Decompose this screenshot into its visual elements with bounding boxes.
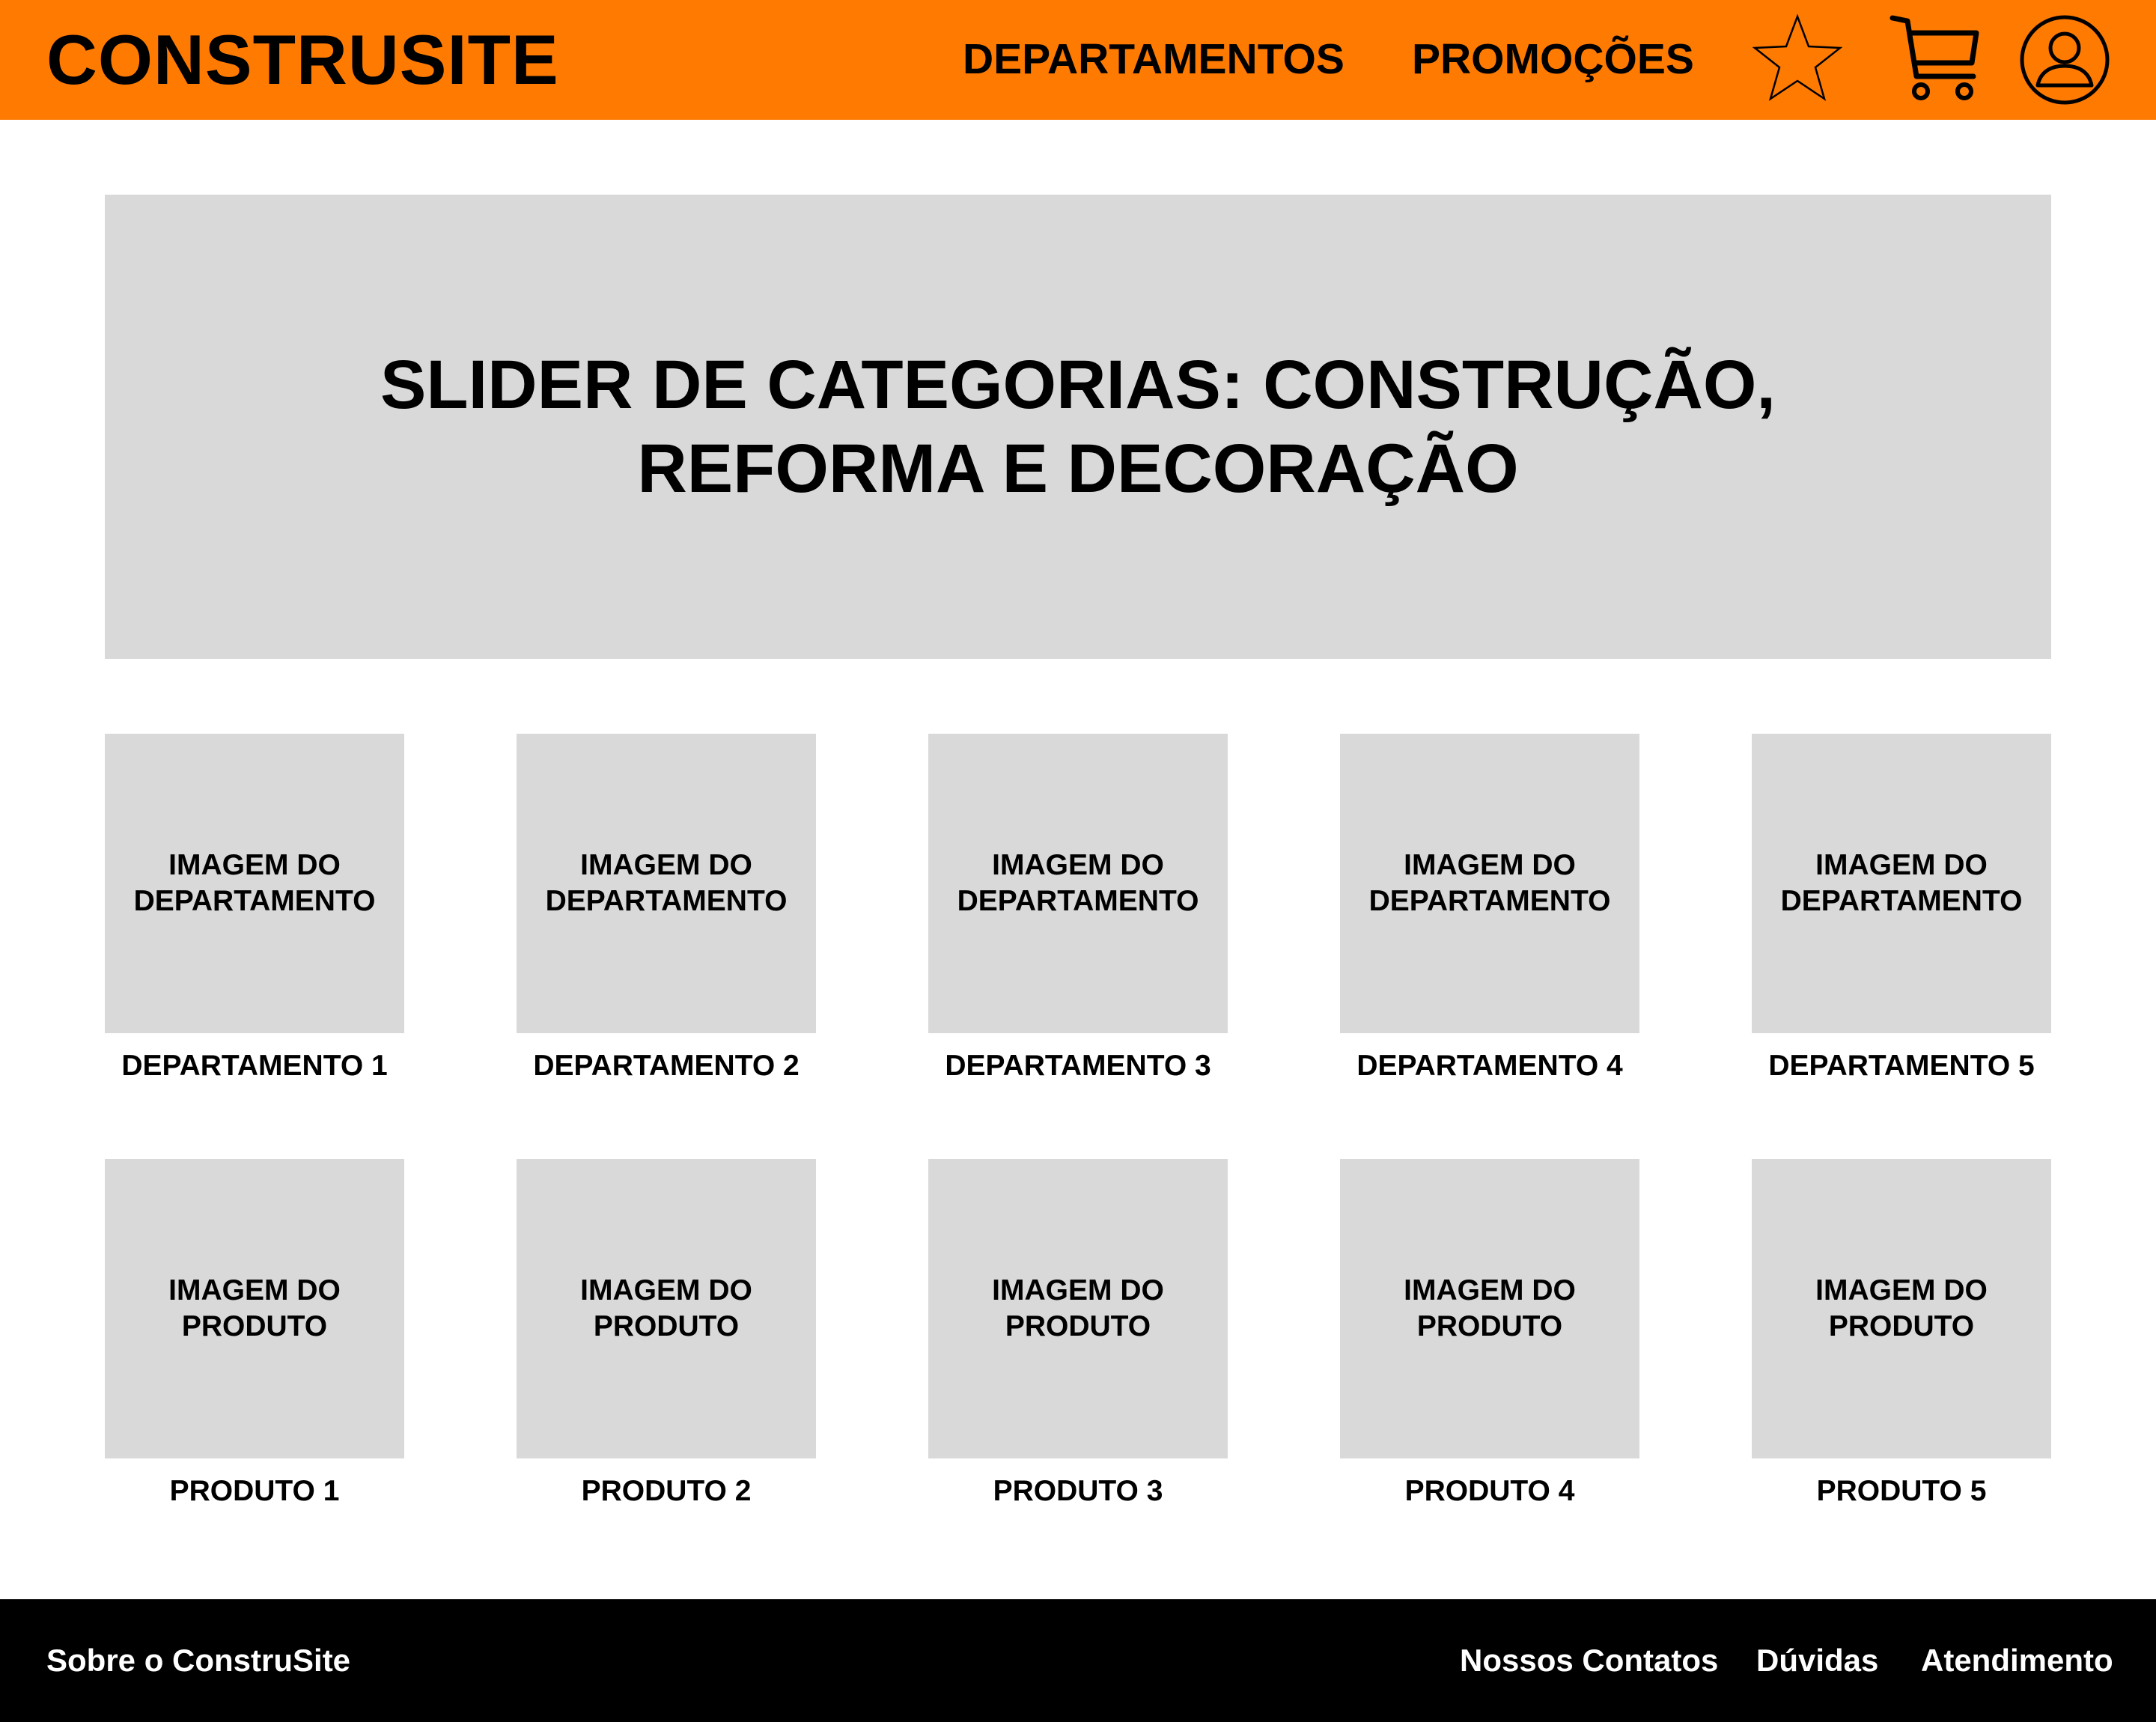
department-label: DEPARTAMENTO 3: [945, 1050, 1211, 1082]
department-image-placeholder: IMAGEM DO DEPARTAMENTO: [105, 734, 404, 1033]
site-logo[interactable]: CONSTRUSITE: [46, 16, 559, 103]
product-image-label: IMAGEM DO PRODUTO: [168, 1274, 341, 1342]
product-card[interactable]: IMAGEM DO PRODUTO PRODUTO 1: [105, 1159, 404, 1509]
department-label: DEPARTAMENTO 5: [1768, 1050, 2035, 1082]
department-image-placeholder: IMAGEM DO DEPARTAMENTO: [1340, 734, 1639, 1033]
product-image-placeholder: IMAGEM DO PRODUTO: [1340, 1159, 1639, 1458]
nav-departments-link[interactable]: DEPARTAMENTOS: [963, 33, 1345, 85]
department-label: DEPARTAMENTO 4: [1356, 1050, 1623, 1082]
site-footer: Sobre o ConstruSite Nossos Contatos Dúvi…: [0, 1599, 2156, 1722]
product-card[interactable]: IMAGEM DO PRODUTO PRODUTO 4: [1340, 1159, 1639, 1509]
product-label: PRODUTO 5: [1816, 1475, 1987, 1507]
department-image-placeholder: IMAGEM DO DEPARTAMENTO: [1752, 734, 2051, 1033]
nav-promotions-link[interactable]: PROMOÇÕES: [1412, 33, 1694, 85]
footer-faq-link[interactable]: Dúvidas: [1756, 1638, 1878, 1683]
department-image-label: IMAGEM DO DEPARTAMENTO: [133, 849, 376, 917]
product-image-label: IMAGEM DO PRODUTO: [1815, 1274, 1988, 1342]
product-card[interactable]: IMAGEM DO PRODUTO PRODUTO 5: [1752, 1159, 2051, 1509]
footer-about-link[interactable]: Sobre o ConstruSite: [46, 1638, 350, 1683]
product-image-label: IMAGEM DO PRODUTO: [580, 1274, 752, 1342]
user-account-icon[interactable]: [2018, 13, 2111, 106]
department-image-label: IMAGEM DO DEPARTAMENTO: [957, 849, 1199, 917]
department-label: DEPARTAMENTO 2: [533, 1050, 800, 1082]
product-label: PRODUTO 3: [993, 1475, 1163, 1507]
product-image-label: IMAGEM DO PRODUTO: [1404, 1274, 1576, 1342]
product-card[interactable]: IMAGEM DO PRODUTO PRODUTO 2: [517, 1159, 816, 1509]
category-slider[interactable]: SLIDER DE CATEGORIAS: CONSTRUÇÃO, REFORM…: [105, 195, 2051, 659]
department-card[interactable]: IMAGEM DO DEPARTAMENTO DEPARTAMENTO 1: [105, 734, 404, 1084]
product-image-label: IMAGEM DO PRODUTO: [992, 1274, 1164, 1342]
footer-contacts-link[interactable]: Nossos Contatos: [1460, 1638, 1718, 1683]
product-label: PRODUTO 4: [1404, 1475, 1575, 1507]
product-label: PRODUTO 1: [169, 1475, 340, 1507]
product-label: PRODUTO 2: [581, 1475, 752, 1507]
product-image-placeholder: IMAGEM DO PRODUTO: [1752, 1159, 2051, 1458]
department-image-placeholder: IMAGEM DO DEPARTAMENTO: [517, 734, 816, 1033]
footer-support-link[interactable]: Atendimento: [1921, 1638, 2113, 1683]
slider-caption: SLIDER DE CATEGORIAS: CONSTRUÇÃO, REFORM…: [380, 347, 1776, 507]
department-card[interactable]: IMAGEM DO DEPARTAMENTO DEPARTAMENTO 5: [1752, 734, 2051, 1084]
department-card[interactable]: IMAGEM DO DEPARTAMENTO DEPARTAMENTO 4: [1340, 734, 1639, 1084]
department-image-placeholder: IMAGEM DO DEPARTAMENTO: [928, 734, 1228, 1033]
product-image-placeholder: IMAGEM DO PRODUTO: [517, 1159, 816, 1458]
department-label: DEPARTAMENTO 1: [121, 1050, 388, 1082]
department-card[interactable]: IMAGEM DO DEPARTAMENTO DEPARTAMENTO 3: [928, 734, 1228, 1084]
department-card[interactable]: IMAGEM DO DEPARTAMENTO DEPARTAMENTO 2: [517, 734, 816, 1084]
star-icon[interactable]: [1752, 13, 1843, 105]
product-image-placeholder: IMAGEM DO PRODUTO: [105, 1159, 404, 1458]
cart-icon[interactable]: [1889, 13, 1982, 106]
product-card[interactable]: IMAGEM DO PRODUTO PRODUTO 3: [928, 1159, 1228, 1509]
product-image-placeholder: IMAGEM DO PRODUTO: [928, 1159, 1228, 1458]
department-image-label: IMAGEM DO DEPARTAMENTO: [545, 849, 788, 917]
department-image-label: IMAGEM DO DEPARTAMENTO: [1368, 849, 1611, 917]
department-image-label: IMAGEM DO DEPARTAMENTO: [1780, 849, 2023, 917]
top-navigation-bar: CONSTRUSITE DEPARTAMENTOS PROMOÇÕES: [0, 0, 2156, 120]
